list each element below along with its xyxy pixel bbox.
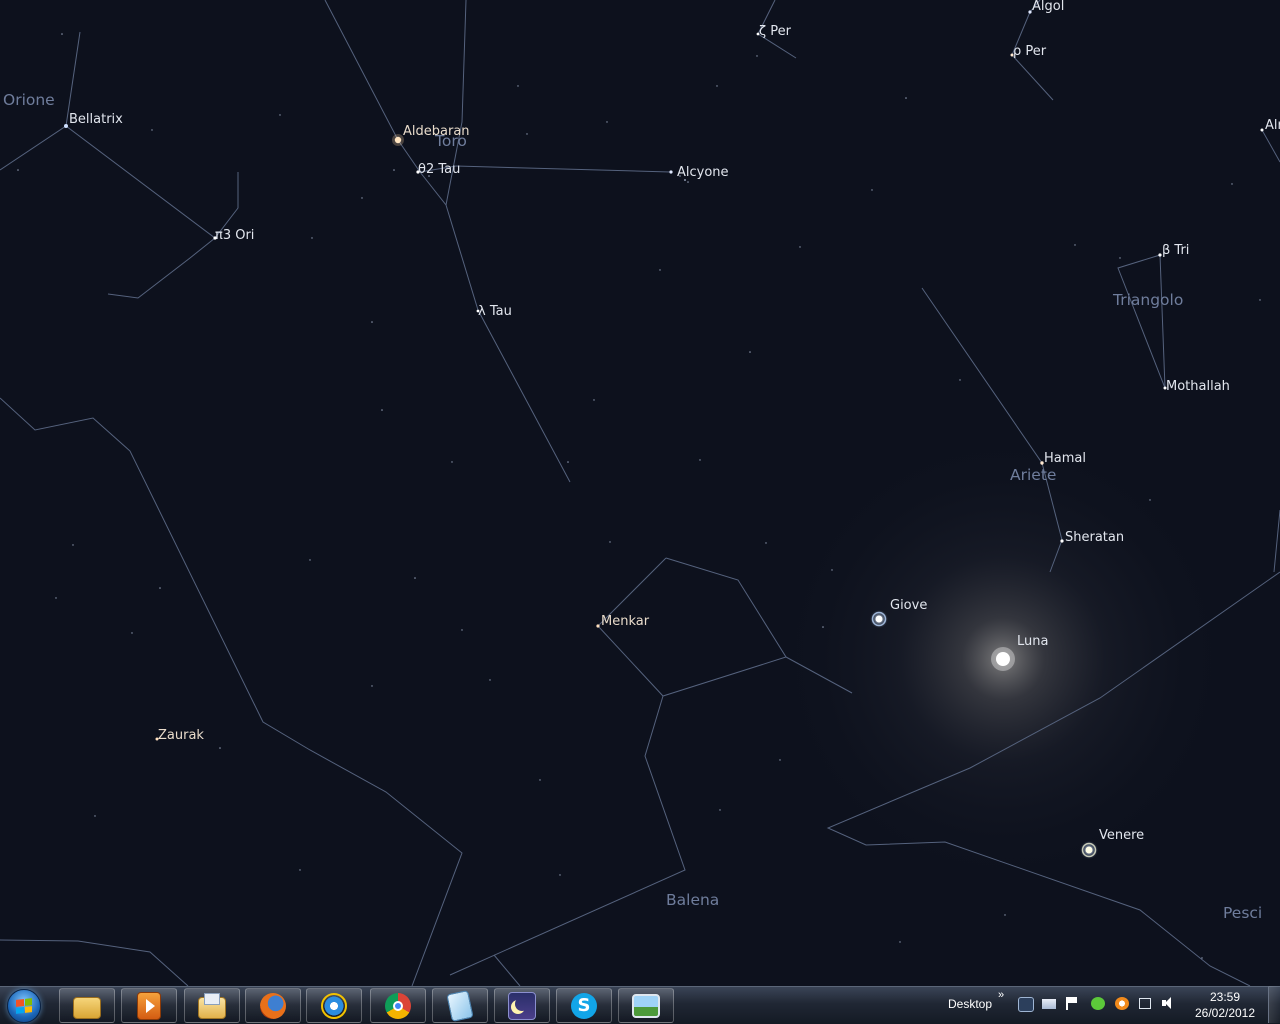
taskbar-photo-viewer[interactable] (618, 988, 674, 1023)
star-beta-tri[interactable]: β Tri (1158, 243, 1189, 258)
clock-time[interactable]: 23:59 (1190, 990, 1260, 1004)
camera-icon[interactable] (1018, 997, 1034, 1012)
message-icon[interactable] (1042, 999, 1056, 1009)
svg-text:Giove: Giove (890, 598, 927, 613)
stellarium-icon (508, 991, 536, 1020)
constellation-toro: Toro (434, 132, 467, 150)
volume-icon[interactable] (1162, 997, 1176, 1010)
clock-date[interactable]: 26/02/2012 (1190, 1006, 1260, 1020)
svg-text:Algol: Algol (1032, 0, 1064, 14)
svg-text:π3 Ori: π3 Ori (215, 228, 254, 243)
star-sheratan[interactable]: Sheratan (1060, 530, 1124, 545)
desktop-toolbar-label[interactable]: Desktop (948, 997, 992, 1011)
windows-logo-icon (7, 989, 41, 1023)
constellation-ariete: Ariete (1010, 466, 1056, 484)
star-menkar[interactable]: Menkar (596, 614, 650, 629)
star-hamal[interactable]: Hamal (1040, 451, 1086, 466)
svg-text:Sheratan: Sheratan (1065, 530, 1124, 545)
chrome-icon (385, 992, 411, 1019)
taskbar-skype[interactable]: S (556, 988, 612, 1023)
star-zeta-per[interactable]: ζ Per (756, 24, 792, 39)
start-button[interactable] (4, 989, 44, 1023)
flag-icon[interactable] (1066, 997, 1078, 1010)
taskbar-stellarium[interactable] (494, 988, 550, 1023)
avast-icon[interactable] (1115, 997, 1129, 1010)
svg-text:Alcyone: Alcyone (677, 165, 729, 180)
taskbar: S Desktop » (0, 986, 1280, 1024)
svg-text:β Tri: β Tri (1162, 243, 1189, 258)
constellation-balena: Balena (666, 891, 719, 909)
svg-text:Menkar: Menkar (601, 614, 650, 629)
firefox-icon (260, 992, 286, 1019)
svg-text:Bellatrix: Bellatrix (69, 112, 123, 127)
windows-explorer-icon (73, 996, 101, 1019)
star-zaurak[interactable]: Zaurak (155, 728, 205, 743)
taskbar-folder[interactable] (184, 988, 240, 1023)
star-map[interactable]: Bellatrix Aldebaran θ2 Tau Alcyone π3 Or… (0, 0, 1280, 986)
internet-explorer-icon (321, 992, 347, 1019)
folder-files-icon (198, 992, 226, 1019)
star-algol[interactable]: Algol (1028, 0, 1064, 14)
star-pi3-ori[interactable]: π3 Ori (213, 228, 254, 243)
svg-text:Mothallah: Mothallah (1166, 379, 1230, 394)
taskbar-firefox[interactable] (245, 988, 301, 1023)
svg-text:ζ Per: ζ Per (759, 24, 792, 39)
taskbar-notes[interactable] (432, 988, 488, 1023)
taskbar-explorer[interactable] (59, 988, 115, 1023)
constellation-triangolo: Triangolo (1112, 291, 1183, 309)
svg-text:Luna: Luna (1017, 634, 1048, 649)
green-app-icon[interactable] (1091, 997, 1105, 1010)
constellation-orione: Orione (3, 91, 55, 109)
star-alcyone[interactable]: Alcyone (669, 165, 729, 180)
skype-icon: S (571, 992, 597, 1019)
star-mothallah[interactable]: Mothallah (1163, 379, 1230, 394)
taskbar-media-player[interactable] (121, 988, 177, 1023)
svg-text:Alr: Alr (1265, 118, 1280, 133)
svg-text:Hamal: Hamal (1044, 451, 1086, 466)
svg-text:λ Tau: λ Tau (478, 304, 512, 319)
taskbar-internet-explorer[interactable] (306, 988, 362, 1023)
toolbar-overflow-chevron[interactable]: » (998, 989, 1004, 1001)
star-lambda-tau[interactable]: λ Tau (476, 304, 512, 319)
svg-text:θ2 Tau: θ2 Tau (418, 162, 460, 177)
media-player-icon (137, 991, 161, 1020)
star-rho-per[interactable]: ρ Per (1010, 44, 1047, 59)
show-desktop-button[interactable] (1268, 986, 1280, 1023)
photo-viewer-icon (632, 993, 660, 1018)
star-alr[interactable]: Alr (1260, 118, 1280, 133)
star-theta2-tau[interactable]: θ2 Tau (416, 162, 460, 177)
constellation-pesci: Pesci (1223, 904, 1262, 922)
star-bellatrix[interactable]: Bellatrix (64, 112, 123, 128)
taskbar-chrome[interactable] (370, 988, 426, 1023)
network-icon[interactable] (1139, 998, 1151, 1009)
svg-text:Zaurak: Zaurak (158, 728, 204, 743)
notes-icon (446, 989, 474, 1022)
svg-text:ρ Per: ρ Per (1013, 44, 1047, 59)
svg-text:Venere: Venere (1099, 828, 1144, 843)
